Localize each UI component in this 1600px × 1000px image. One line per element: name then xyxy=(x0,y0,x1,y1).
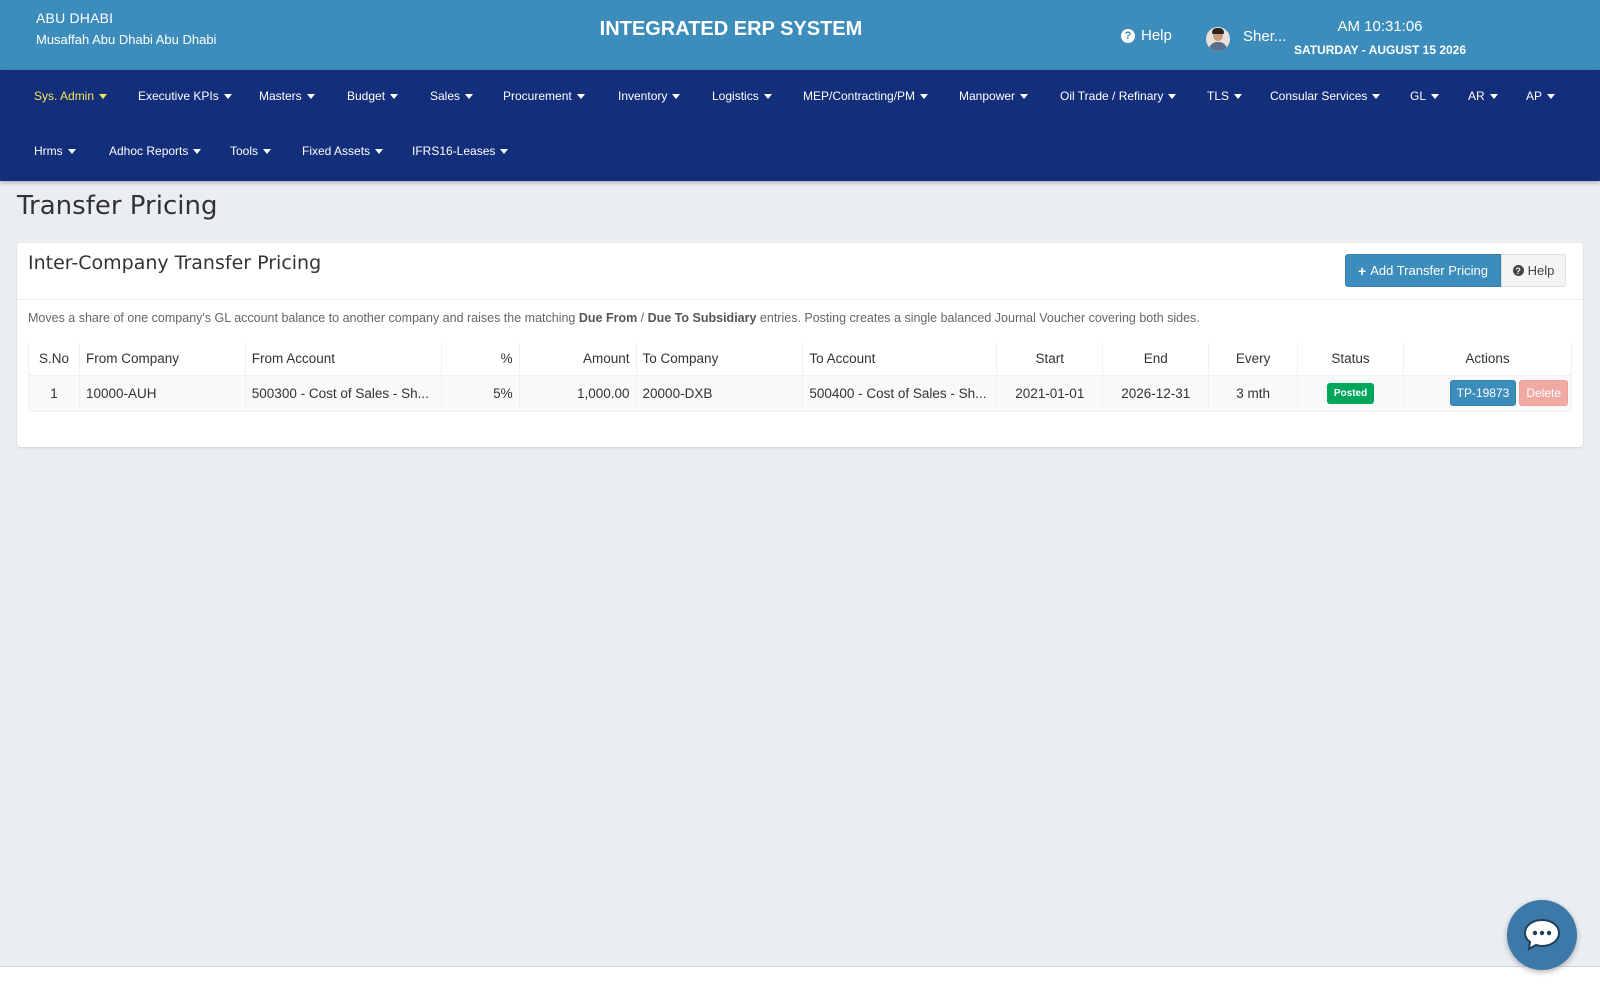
nav-item-executive-kpis[interactable]: Executive KPIs xyxy=(138,89,232,103)
column-header-from-company: From Company xyxy=(78,342,246,376)
column-header-actions: Actions xyxy=(1403,342,1572,376)
nav-item-oil-trade-refinary[interactable]: Oil Trade / Refinary xyxy=(1060,89,1177,103)
nav-item-masters[interactable]: Masters xyxy=(259,89,315,103)
column-header-start: Start xyxy=(996,342,1104,376)
caret-down-icon xyxy=(1020,93,1029,99)
question-circle-icon: ? xyxy=(1121,28,1135,43)
nav-item-ap[interactable]: AP xyxy=(1526,89,1556,103)
nav-item-inventory[interactable]: Inventory xyxy=(618,89,681,103)
column-header-percent: % xyxy=(440,342,520,376)
table-header-row: S.No From Company From Account % Amount … xyxy=(28,342,1572,376)
card-help-label: Help xyxy=(1527,263,1555,278)
caret-down-icon xyxy=(672,93,681,99)
caret-down-icon xyxy=(1431,93,1440,99)
nav-item-sys-admin[interactable]: Sys. Admin xyxy=(34,89,108,103)
cell-to-company: 20000-DXB xyxy=(635,374,804,412)
caret-down-icon xyxy=(306,93,315,99)
nav-item-tools[interactable]: Tools xyxy=(230,144,272,158)
caret-down-icon xyxy=(1547,93,1556,99)
caret-down-icon xyxy=(99,93,108,99)
chat-bubble-icon xyxy=(1523,918,1561,951)
delete-button[interactable]: Delete xyxy=(1519,380,1568,406)
column-header-to-account: To Account xyxy=(802,342,998,376)
cell-sno: 1 xyxy=(28,374,80,412)
table-row: 1 10000-AUH 500300 - Cost of Sales - Sh.… xyxy=(28,374,1572,412)
add-transfer-pricing-button[interactable]: + Add Transfer Pricing xyxy=(1345,254,1501,287)
cell-percent: 5% xyxy=(440,374,520,412)
cell-amount: 1,000.00 xyxy=(518,374,637,412)
column-header-from-account: From Account xyxy=(244,342,442,376)
column-header-every: Every xyxy=(1208,342,1299,376)
header-help-link[interactable]: ? Help xyxy=(1121,27,1172,44)
caret-down-icon xyxy=(193,148,202,154)
nav-item-ar[interactable]: AR xyxy=(1468,89,1498,103)
main-navbar: Sys. Admin Executive KPIs Masters Budget… xyxy=(0,70,1600,181)
nav-item-logistics[interactable]: Logistics xyxy=(712,89,772,103)
user-avatar[interactable] xyxy=(1206,27,1230,51)
nav-item-fixed-assets[interactable]: Fixed Assets xyxy=(302,144,384,158)
top-header: ABU DHABI Musaffah Abu Dhabi Abu Dhabi I… xyxy=(0,0,1600,70)
clock: AM 10:31:06 SATURDAY - AUGUST 15 2026 xyxy=(1290,18,1470,57)
nav-item-gl[interactable]: GL xyxy=(1410,89,1440,103)
chat-button[interactable] xyxy=(1507,900,1577,970)
card-help-button[interactable]: ? Help xyxy=(1501,254,1566,287)
cell-from-company: 10000-AUH xyxy=(78,374,246,412)
nav-item-budget[interactable]: Budget xyxy=(347,89,399,103)
header-help-label: Help xyxy=(1141,27,1172,44)
nav-item-hrms[interactable]: Hrms xyxy=(34,144,76,158)
clock-date: SATURDAY - AUGUST 15 2026 xyxy=(1293,43,1467,57)
question-circle-icon: ? xyxy=(1512,265,1524,276)
nav-item-mep-contracting-pm[interactable]: MEP/Contracting/PM xyxy=(803,89,929,103)
column-header-end: End xyxy=(1102,342,1210,376)
caret-down-icon xyxy=(67,148,76,154)
nav-item-tls[interactable]: TLS xyxy=(1207,89,1243,103)
cell-to-account: 500400 - Cost of Sales - Sh... xyxy=(802,374,998,412)
nav-item-manpower[interactable]: Manpower xyxy=(959,89,1029,103)
transfer-pricing-table: S.No From Company From Account % Amount … xyxy=(28,342,1572,412)
voucher-link-button[interactable]: TP-19873 xyxy=(1449,380,1517,406)
description-text: Moves a share of one company's GL accoun… xyxy=(28,311,1200,325)
caret-down-icon xyxy=(1372,93,1381,99)
nav-item-sales[interactable]: Sales xyxy=(430,89,474,103)
cell-every: 3 mth xyxy=(1208,374,1299,412)
caret-down-icon xyxy=(920,93,929,99)
cell-actions: TP-19873 Delete xyxy=(1403,374,1572,412)
column-header-to-company: To Company xyxy=(635,342,804,376)
caret-down-icon xyxy=(465,93,474,99)
status-badge: Posted xyxy=(1326,382,1375,404)
nav-item-consular-services[interactable]: Consular Services xyxy=(1270,89,1381,103)
caret-down-icon xyxy=(576,93,585,99)
caret-down-icon xyxy=(375,148,384,154)
cell-from-account: 500300 - Cost of Sales - Sh... xyxy=(244,374,442,412)
transfer-pricing-card: Inter-Company Transfer Pricing + Add Tra… xyxy=(17,243,1583,447)
caret-down-icon xyxy=(263,148,272,154)
plus-icon: + xyxy=(1358,262,1367,279)
caret-down-icon xyxy=(223,93,232,99)
cell-start: 2021-01-01 xyxy=(996,374,1104,412)
card-title: Inter-Company Transfer Pricing xyxy=(28,252,322,274)
page-title: Transfer Pricing xyxy=(17,191,218,221)
clock-time: AM 10:31:06 xyxy=(1337,18,1423,35)
caret-down-icon xyxy=(1234,93,1243,99)
footer xyxy=(0,967,1600,1000)
caret-down-icon xyxy=(1489,93,1498,99)
caret-down-icon xyxy=(390,93,399,99)
nav-item-procurement[interactable]: Procurement xyxy=(503,89,585,103)
cell-status: Posted xyxy=(1297,374,1404,412)
column-header-status: Status xyxy=(1297,342,1404,376)
nav-item-adhoc-reports[interactable]: Adhoc Reports xyxy=(109,144,202,158)
card-divider xyxy=(17,299,1583,300)
column-header-amount: Amount xyxy=(518,342,637,376)
column-header-sno: S.No xyxy=(28,342,80,376)
user-name[interactable]: Sher... xyxy=(1243,28,1286,45)
cell-end: 2026-12-31 xyxy=(1102,374,1210,412)
caret-down-icon xyxy=(500,148,509,154)
add-button-label: Add Transfer Pricing xyxy=(1370,263,1488,278)
nav-item-ifrs16-leases[interactable]: IFRS16-Leases xyxy=(412,144,509,158)
caret-down-icon xyxy=(763,93,772,99)
caret-down-icon xyxy=(1168,93,1177,99)
